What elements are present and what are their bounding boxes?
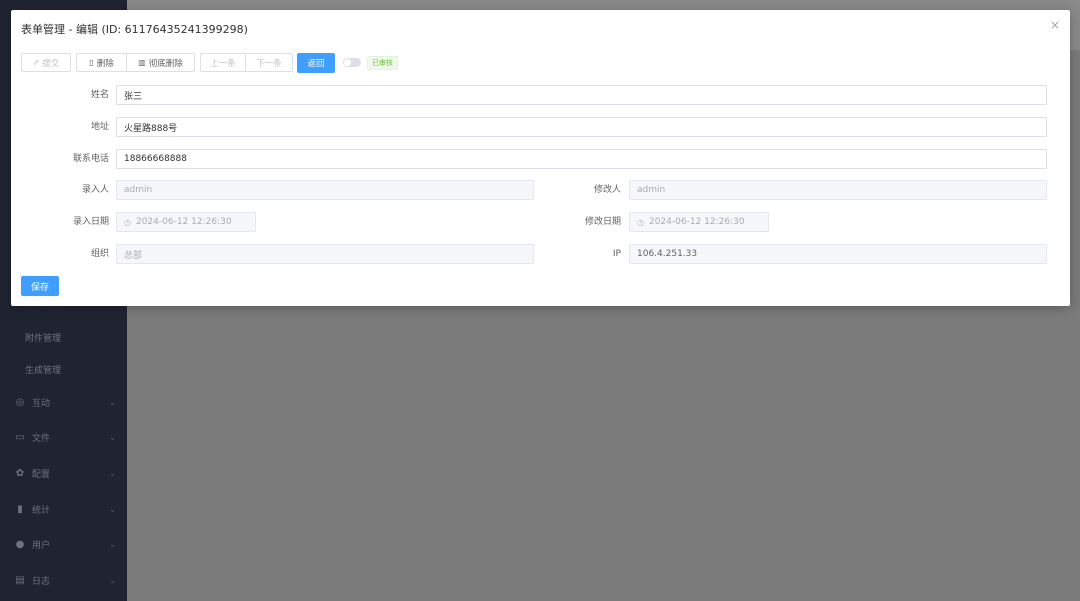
sidebar-item-stats[interactable]: ▮ 统计 ⌄ xyxy=(14,503,116,516)
sidebar-item-logs[interactable]: ▤ 日志 ⌄ xyxy=(14,574,116,587)
modify-date-label: 修改日期 xyxy=(584,217,621,227)
gear-icon: ✿ xyxy=(15,468,25,479)
name-field[interactable]: 张三 xyxy=(116,85,1047,105)
phone-label: 联系电话 xyxy=(72,154,109,164)
create-date-value: 2024-06-12 12:26:30 xyxy=(135,217,232,227)
edit-dialog: 表单管理 - 编辑 (ID: 61176435241399298) × ⇗ 提交… xyxy=(11,10,1070,306)
address-field[interactable]: 火星路888号 xyxy=(116,117,1047,137)
chevron-down-icon: ⌄ xyxy=(109,433,116,442)
toolbar: ⇗ 提交 ▯ 删除 ▥ 彻底删除 上一条 下一条 返回 已审核 xyxy=(21,52,398,73)
close-icon[interactable]: × xyxy=(1050,18,1060,32)
submit-button[interactable]: ⇗ 提交 xyxy=(21,53,71,72)
ip-value: 106.4.251.33 xyxy=(637,249,698,259)
modify-date-field: ◷ 2024-06-12 12:26:30 xyxy=(629,212,769,232)
chevron-down-icon: ⌄ xyxy=(109,398,116,407)
purge-button[interactable]: ▥ 彻底删除 xyxy=(127,53,195,72)
prev-button[interactable]: 上一条 xyxy=(200,53,246,72)
trash-icon: ▥ xyxy=(138,58,146,67)
create-date-label: 录入日期 xyxy=(72,217,109,227)
sidebar-item-interaction[interactable]: ◎ 互动 ⌄ xyxy=(14,396,116,409)
ip-field: 106.4.251.33 xyxy=(629,244,1047,264)
toggle-knob xyxy=(344,59,351,66)
sidebar-item-label: 日志 xyxy=(32,577,51,587)
creator-label: 录入人 xyxy=(81,185,109,195)
delete-button-group: ▯ 删除 ▥ 彻底删除 xyxy=(76,53,195,72)
clock-icon: ◷ xyxy=(124,217,131,227)
name-value: 张三 xyxy=(124,91,143,102)
delete-label: 删除 xyxy=(96,58,114,69)
bar-chart-icon: ▮ xyxy=(17,504,23,515)
org-select: 总部 xyxy=(116,244,534,264)
modifier-value: admin xyxy=(637,185,666,195)
submit-label: 提交 xyxy=(42,58,60,69)
org-label: 组织 xyxy=(90,249,109,259)
submit-icon: ⇗ xyxy=(32,58,40,67)
sidebar-item-label: 文件 xyxy=(32,434,51,444)
user-icon: ● xyxy=(15,539,25,550)
nav-button-group: 上一条 下一条 xyxy=(200,53,293,72)
sidebar-subitem-attachments[interactable]: 附件管理 xyxy=(25,331,61,344)
next-button[interactable]: 下一条 xyxy=(246,53,293,72)
org-placeholder: 总部 xyxy=(124,250,143,261)
phone-field[interactable]: 18866668888 xyxy=(116,149,1047,169)
sidebar-subitem-generate[interactable]: 生成管理 xyxy=(25,363,61,376)
back-button[interactable]: 返回 xyxy=(297,52,335,73)
modifier-field: admin xyxy=(629,180,1047,200)
address-value: 火星路888号 xyxy=(124,123,178,134)
creator-field: admin xyxy=(116,180,534,200)
creator-value: admin xyxy=(124,185,153,195)
ip-label: IP xyxy=(612,249,621,259)
chevron-down-icon: ⌄ xyxy=(109,505,116,514)
chevron-down-icon: ⌄ xyxy=(109,469,116,478)
document-icon: ▯ xyxy=(89,58,94,67)
sidebar-item-files[interactable]: ▭ 文件 ⌄ xyxy=(14,431,116,444)
chevron-down-icon: ⌄ xyxy=(109,540,116,549)
purge-label: 彻底删除 xyxy=(148,58,183,69)
clock-icon: ◷ xyxy=(637,217,644,227)
name-label: 姓名 xyxy=(90,90,109,100)
chevron-down-icon: ⌄ xyxy=(109,576,116,585)
create-date-field: ◷ 2024-06-12 12:26:30 xyxy=(116,212,256,232)
save-button[interactable]: 保存 xyxy=(21,276,59,296)
delete-button[interactable]: ▯ 删除 xyxy=(76,53,127,72)
sidebar-item-label: 配置 xyxy=(32,470,51,480)
sidebar-item-label: 统计 xyxy=(32,506,51,516)
sidebar-item-label: 互动 xyxy=(32,399,51,409)
modifier-label: 修改人 xyxy=(593,185,621,195)
dialog-title: 表单管理 - 编辑 (ID: 61176435241399298) xyxy=(21,23,248,36)
status-badge: 已审核 xyxy=(367,55,398,70)
sidebar-item-users[interactable]: ● 用户 ⌄ xyxy=(14,538,116,551)
chat-icon: ◎ xyxy=(15,397,25,408)
review-toggle[interactable] xyxy=(343,58,361,67)
folder-icon: ▭ xyxy=(15,432,25,443)
phone-value: 18866668888 xyxy=(124,154,187,164)
log-icon: ▤ xyxy=(15,575,25,586)
sidebar-item-config[interactable]: ✿ 配置 ⌄ xyxy=(14,467,116,480)
modify-date-value: 2024-06-12 12:26:30 xyxy=(648,217,745,227)
address-label: 地址 xyxy=(90,122,109,132)
sidebar-item-label: 用户 xyxy=(32,541,51,551)
